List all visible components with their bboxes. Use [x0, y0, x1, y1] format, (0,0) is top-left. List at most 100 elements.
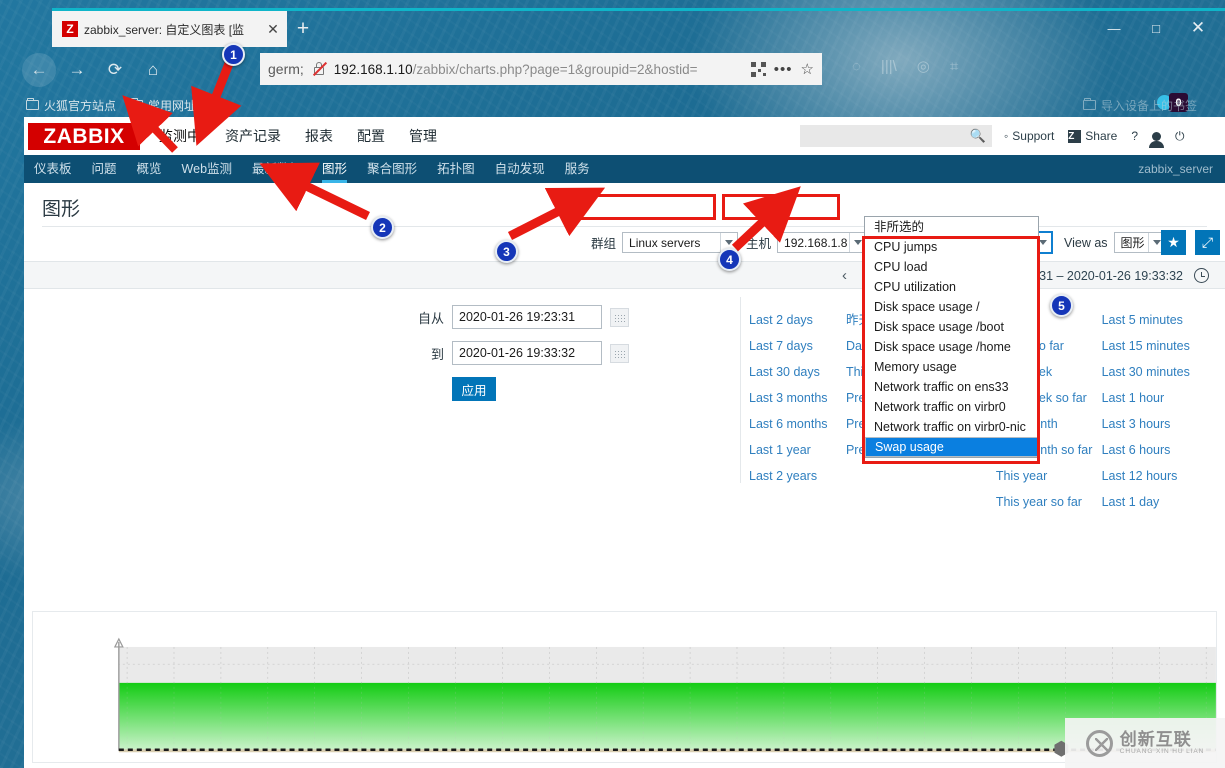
- view-as-filter: View as 图形: [1064, 232, 1166, 253]
- sub-menu-item-screens[interactable]: 聚合图形: [357, 155, 427, 183]
- time-tab-bar: ‹ Zoom out 9:31 – 2020-01-26 19:33:32: [24, 261, 1225, 289]
- apply-button[interactable]: 应用: [452, 377, 496, 401]
- calendar-icon[interactable]: [610, 343, 629, 363]
- watermark-text: 创新互联 CHUANG XIN HU LIAN: [1120, 730, 1204, 756]
- view-as-select[interactable]: 图形: [1113, 232, 1166, 253]
- search-icon[interactable]: 🔍: [970, 128, 986, 144]
- sub-menu-item-dashboard[interactable]: 仪表板: [24, 155, 82, 183]
- bookmark-item[interactable]: 火狐官方站点: [26, 97, 116, 114]
- quick-range-column-4: Last 5 minutes Last 15 minutes Last 30 m…: [1102, 307, 1225, 515]
- quick-range-item[interactable]: This year: [996, 463, 1102, 489]
- time-range-label[interactable]: 9:31 – 2020-01-26 19:33:32: [1029, 269, 1183, 283]
- url-bar[interactable]: germ; 192.168.1.10/zabbix/charts.php?pag…: [260, 53, 822, 85]
- sub-menu-item-overview[interactable]: 概览: [127, 155, 172, 183]
- home-icon[interactable]: ⌂: [136, 53, 170, 87]
- to-label: 到: [430, 346, 444, 362]
- current-user-label: zabbix_server: [1138, 162, 1213, 176]
- zabbix-favicon: Z: [62, 21, 78, 37]
- url-path: /zabbix/charts.php?page=1&groupid=2&host…: [412, 61, 698, 77]
- quick-range-item[interactable]: Last 2 years: [749, 463, 846, 489]
- highlight-box-dropdown: [862, 236, 1040, 464]
- dropdown-option-not-selected[interactable]: 非所选的: [865, 217, 1038, 237]
- bookmark-label: 火狐官方站点: [44, 98, 117, 113]
- support-link[interactable]: ◦ Support: [1004, 129, 1054, 143]
- quick-range-item[interactable]: Last 3 hours: [1102, 411, 1225, 437]
- quick-range-item[interactable]: This year so far: [996, 489, 1102, 515]
- help-link[interactable]: ?: [1131, 129, 1138, 143]
- import-bookmarks-button[interactable]: 导入设备上的书签: [1082, 97, 1197, 114]
- import-folder-icon: [1082, 98, 1096, 110]
- quick-range-item[interactable]: Last 2 days: [749, 307, 846, 333]
- quick-range-item[interactable]: Last 1 hour: [1102, 385, 1225, 411]
- forward-icon[interactable]: →: [60, 53, 94, 87]
- quick-range-item[interactable]: Last 1 year: [749, 437, 846, 463]
- desktop-tray-icons: ◌ |||\ ◎ ⌗: [852, 57, 958, 76]
- qr-code-icon[interactable]: [750, 61, 766, 77]
- back-icon[interactable]: ←: [22, 53, 56, 87]
- share-label: Share: [1085, 129, 1118, 143]
- share-link[interactable]: Z Share: [1068, 129, 1117, 143]
- sub-menu-item-web[interactable]: Web监测: [172, 155, 242, 183]
- close-tab-icon[interactable]: ✕: [265, 21, 281, 38]
- quick-range-item[interactable]: Last 6 months: [749, 411, 846, 437]
- calendar-icon[interactable]: [610, 307, 629, 327]
- bookmark-item[interactable]: 常用网址: [130, 97, 196, 114]
- from-label: 自从: [417, 310, 444, 326]
- annotation-number: 1: [222, 43, 245, 66]
- navigation-row: ← → ⟳ ⌂ germ; 192.168.1.10/zabbix/charts…: [12, 47, 1225, 112]
- filter-bar: 群组 Linux servers 主机 192.168.1.8 图形 Memor…: [24, 227, 1225, 261]
- tab-title: zabbix_server: 自定义图表 [监: [84, 22, 245, 37]
- sub-menu-item-discovery[interactable]: 自动发现: [485, 155, 555, 183]
- quick-range-item[interactable]: Last 1 day: [1102, 489, 1225, 515]
- to-input[interactable]: 2020-01-26 19:33:32: [452, 341, 602, 365]
- main-menu-item-administration[interactable]: 管理: [397, 117, 449, 155]
- global-search-input[interactable]: 🔍: [800, 125, 992, 147]
- annotation-2: 2: [371, 216, 394, 239]
- previous-period-icon[interactable]: ‹: [842, 267, 847, 284]
- quick-range-item[interactable]: Last 7 days: [749, 333, 846, 359]
- favorite-button[interactable]: ★: [1161, 230, 1186, 255]
- quick-range-item[interactable]: Last 3 months: [749, 385, 846, 411]
- sub-menu-item-graphs[interactable]: 图形: [312, 155, 357, 183]
- zabbix-logo[interactable]: ZABBIX: [28, 123, 140, 150]
- browser-tab[interactable]: Z zabbix_server: 自定义图表 [监 ✕: [52, 11, 287, 47]
- close-window-icon[interactable]: ✕: [1177, 15, 1219, 41]
- minimize-icon[interactable]: —: [1093, 15, 1135, 41]
- main-menu-item-reports[interactable]: 报表: [293, 117, 345, 155]
- memory-usage-graph[interactable]: [33, 612, 1216, 762]
- quick-range-item[interactable]: Last 15 minutes: [1102, 333, 1225, 359]
- zabbix-top-bar: ZABBIX 监测中 资产记录 报表 配置 管理 🔍 ◦ Support Z S…: [24, 117, 1225, 155]
- shield-icon[interactable]: germ;: [268, 62, 304, 76]
- sub-menu-item-services[interactable]: 服务: [555, 155, 600, 183]
- from-input[interactable]: 2020-01-26 19:23:31: [452, 305, 602, 329]
- quick-range-item[interactable]: Last 6 hours: [1102, 437, 1225, 463]
- maximize-icon[interactable]: □: [1135, 15, 1177, 41]
- sub-menu-item-maps[interactable]: 拓扑图: [427, 155, 485, 183]
- to-field-row: 到 2020-01-26 19:33:32: [24, 341, 724, 365]
- kiosk-button[interactable]: ⤢: [1195, 230, 1220, 255]
- reload-icon[interactable]: ⟳: [98, 53, 132, 87]
- expand-icon: ⤢: [1195, 230, 1220, 255]
- quick-range-item[interactable]: Last 12 hours: [1102, 463, 1225, 489]
- sub-menu-item-latest-data[interactable]: 最新数据: [242, 155, 312, 183]
- watermark: 创新互联 CHUANG XIN HU LIAN: [1065, 718, 1225, 768]
- zabbix-sub-menu: 仪表板 问题 概览 Web监测 最新数据 图形 聚合图形 拓扑图 自动发现 服务…: [24, 155, 1225, 183]
- host-select-value: 192.168.1.8: [784, 235, 848, 250]
- bookmark-star-icon[interactable]: ☆: [801, 60, 814, 78]
- host-select[interactable]: 192.168.1.8: [777, 232, 868, 253]
- quick-range-item[interactable]: Last 30 days: [749, 359, 846, 385]
- user-profile-icon[interactable]: [1149, 131, 1165, 148]
- insecure-lock-icon[interactable]: [312, 61, 327, 77]
- main-menu-item-inventory[interactable]: 资产记录: [213, 117, 293, 155]
- sub-menu-item-problems[interactable]: 问题: [82, 155, 127, 183]
- quick-range-item[interactable]: Last 30 minutes: [1102, 359, 1225, 385]
- logout-icon[interactable]: ⏻: [1175, 129, 1185, 144]
- page-actions-icon[interactable]: •••: [774, 61, 793, 78]
- annotation-5: 5: [1050, 294, 1073, 317]
- new-tab-button[interactable]: +: [292, 18, 314, 40]
- tray-icon-a: ◌: [852, 57, 861, 75]
- headset-icon: ◦: [1004, 129, 1009, 143]
- main-menu-item-monitoring[interactable]: 监测中: [147, 117, 213, 155]
- quick-range-item[interactable]: Last 5 minutes: [1102, 307, 1225, 333]
- main-menu-item-configuration[interactable]: 配置: [345, 117, 397, 155]
